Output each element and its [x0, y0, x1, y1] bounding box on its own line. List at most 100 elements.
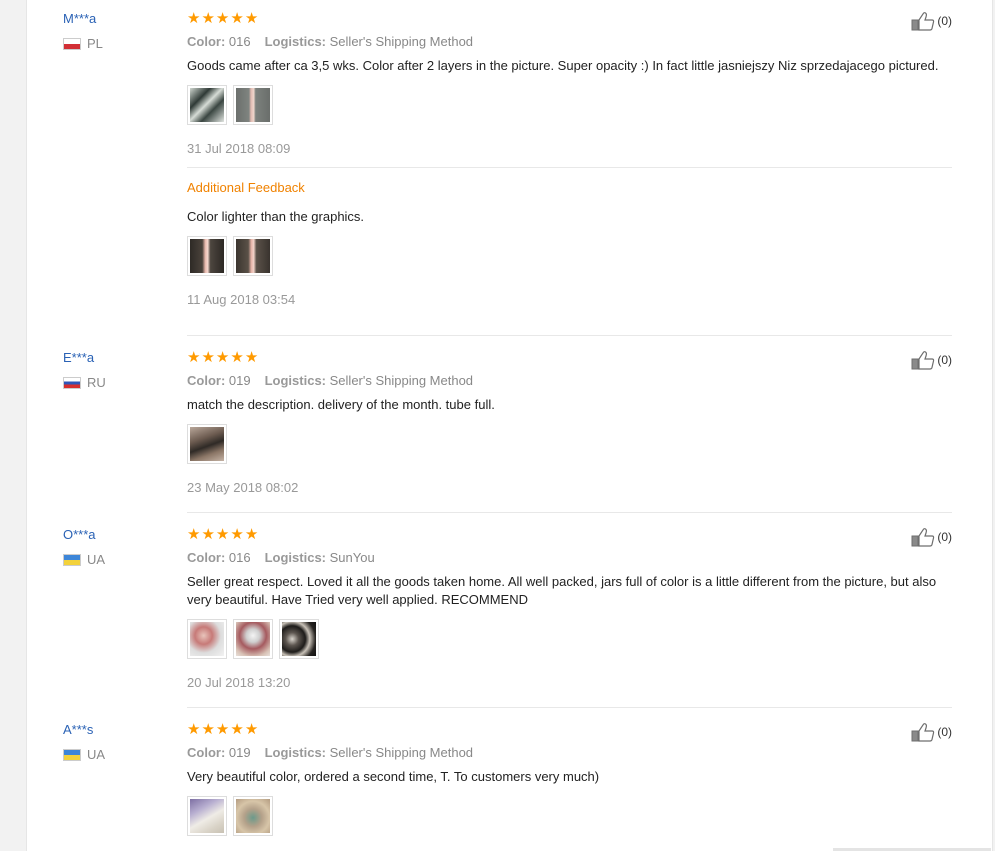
review-text: Very beautiful color, ordered a second t…	[187, 769, 600, 784]
review-divider	[187, 707, 952, 708]
star-icon: ★	[201, 721, 216, 738]
color-label: Color:	[187, 373, 226, 388]
star-icon: ★	[230, 721, 245, 738]
thumbs-up-icon	[911, 351, 935, 370]
star-icon: ★	[187, 10, 202, 27]
review-image-thumbnail[interactable]	[233, 796, 273, 836]
star-icon: ★	[244, 349, 260, 366]
reviewer-country: PL	[63, 36, 103, 51]
like-button[interactable]: (0)	[911, 722, 952, 742]
logistics-value: Seller's Shipping Method	[329, 373, 474, 388]
star-rating: ★★★★★	[187, 350, 952, 366]
star-icon: ★	[215, 721, 231, 738]
review-divider	[187, 512, 952, 513]
logistics-label: Logistics:	[264, 373, 327, 388]
star-rating: ★★★★★	[187, 722, 952, 738]
reviews-panel: M***a PL ★★★★★ Color: 016 Logistics: Sell…	[26, 0, 993, 851]
additional-feedback-text: Color lighter than the graphics.	[187, 209, 365, 224]
review-date: 31 Jul 2018 08:09	[187, 141, 291, 156]
star-icon: ★	[187, 349, 202, 366]
country-code: UA	[87, 552, 106, 567]
review-images	[187, 619, 952, 659]
reviewer-country: UA	[63, 552, 105, 567]
star-icon: ★	[187, 721, 202, 738]
flag-icon	[63, 37, 81, 50]
star-icon: ★	[187, 526, 202, 543]
divider	[187, 167, 952, 168]
logistics-value: Seller's Shipping Method	[329, 745, 474, 760]
star-icon: ★	[230, 10, 245, 27]
review-image-thumbnail[interactable]	[187, 85, 227, 125]
review-content: ★★★★★ Color: 016 Logistics: Seller's Ship…	[187, 11, 952, 308]
thumbs-up-icon	[911, 723, 935, 742]
additional-feedback-images	[187, 236, 952, 276]
review-meta: Color: 019 Logistics: Seller's Shipping M…	[187, 744, 952, 761]
review-date: 20 Jul 2018 13:20	[187, 675, 291, 690]
flag-icon	[63, 748, 81, 761]
logistics-value: Seller's Shipping Method	[329, 34, 474, 49]
star-icon: ★	[244, 10, 260, 27]
reviewer-info: O***a UA	[63, 527, 105, 567]
country-code: RU	[87, 375, 106, 390]
review-meta: Color: 019 Logistics: Seller's Shipping M…	[187, 372, 952, 389]
reviewer-country: UA	[63, 747, 105, 762]
review-image-thumbnail[interactable]	[233, 85, 273, 125]
review-text: Goods came after ca 3,5 wks. Color after…	[187, 58, 939, 73]
reviewer-name[interactable]: O***a	[63, 527, 105, 543]
review-content: ★★★★★ Color: 019 Logistics: Seller's Ship…	[187, 722, 952, 836]
review-text: Seller great respect. Loved it all the g…	[187, 574, 937, 607]
color-value: 016	[228, 34, 251, 49]
review-images	[187, 424, 952, 464]
logistics-value: SunYou	[329, 550, 375, 565]
logistics-label: Logistics:	[264, 550, 327, 565]
review-meta: Color: 016 Logistics: SunYou	[187, 549, 952, 566]
country-code: PL	[87, 36, 103, 51]
star-rating: ★★★★★	[187, 11, 952, 27]
color-value: 016	[228, 550, 251, 565]
like-count: (0)	[937, 530, 952, 544]
review-image-thumbnail[interactable]	[187, 619, 227, 659]
review-image-thumbnail[interactable]	[187, 424, 227, 464]
review-meta: Color: 016 Logistics: Seller's Shipping M…	[187, 33, 952, 50]
additional-feedback-date: 11 Aug 2018 03:54	[187, 292, 296, 307]
star-icon: ★	[244, 526, 260, 543]
star-icon: ★	[215, 349, 231, 366]
like-count: (0)	[937, 14, 952, 28]
review-date: 23 May 2018 08:02	[187, 480, 299, 495]
star-icon: ★	[230, 526, 245, 543]
reviewer-name[interactable]: M***a	[63, 11, 103, 27]
star-icon: ★	[215, 526, 231, 543]
reviewer-info: A***s UA	[63, 722, 105, 762]
review-image-thumbnail[interactable]	[233, 236, 273, 276]
color-value: 019	[228, 745, 251, 760]
review-content: ★★★★★ Color: 019 Logistics: Seller's Ship…	[187, 350, 952, 496]
like-button[interactable]: (0)	[911, 350, 952, 370]
like-button[interactable]: (0)	[911, 527, 952, 547]
review-images	[187, 796, 952, 836]
reviewer-info: E***a RU	[63, 350, 106, 390]
review-content: ★★★★★ Color: 016 Logistics: SunYou Seller…	[187, 527, 952, 691]
thumbs-up-icon	[911, 528, 935, 547]
flag-icon	[63, 553, 81, 566]
logistics-label: Logistics:	[264, 34, 327, 49]
color-value: 019	[228, 373, 251, 388]
color-label: Color:	[187, 550, 226, 565]
flag-icon	[63, 376, 81, 389]
star-icon: ★	[244, 721, 260, 738]
review-images	[187, 85, 952, 125]
reviewer-name[interactable]: A***s	[63, 722, 105, 738]
reviewer-name[interactable]: E***a	[63, 350, 106, 366]
star-icon: ★	[201, 349, 216, 366]
review-image-thumbnail[interactable]	[187, 796, 227, 836]
reviewer-info: M***a PL	[63, 11, 103, 51]
reviewer-country: RU	[63, 375, 106, 390]
color-label: Color:	[187, 34, 226, 49]
like-count: (0)	[937, 725, 952, 739]
review-divider	[187, 335, 952, 336]
review-image-thumbnail[interactable]	[279, 619, 319, 659]
review-image-thumbnail[interactable]	[187, 236, 227, 276]
like-button[interactable]: (0)	[911, 11, 952, 31]
additional-feedback-title: Additional Feedback	[187, 180, 305, 195]
star-icon: ★	[201, 526, 216, 543]
review-image-thumbnail[interactable]	[233, 619, 273, 659]
